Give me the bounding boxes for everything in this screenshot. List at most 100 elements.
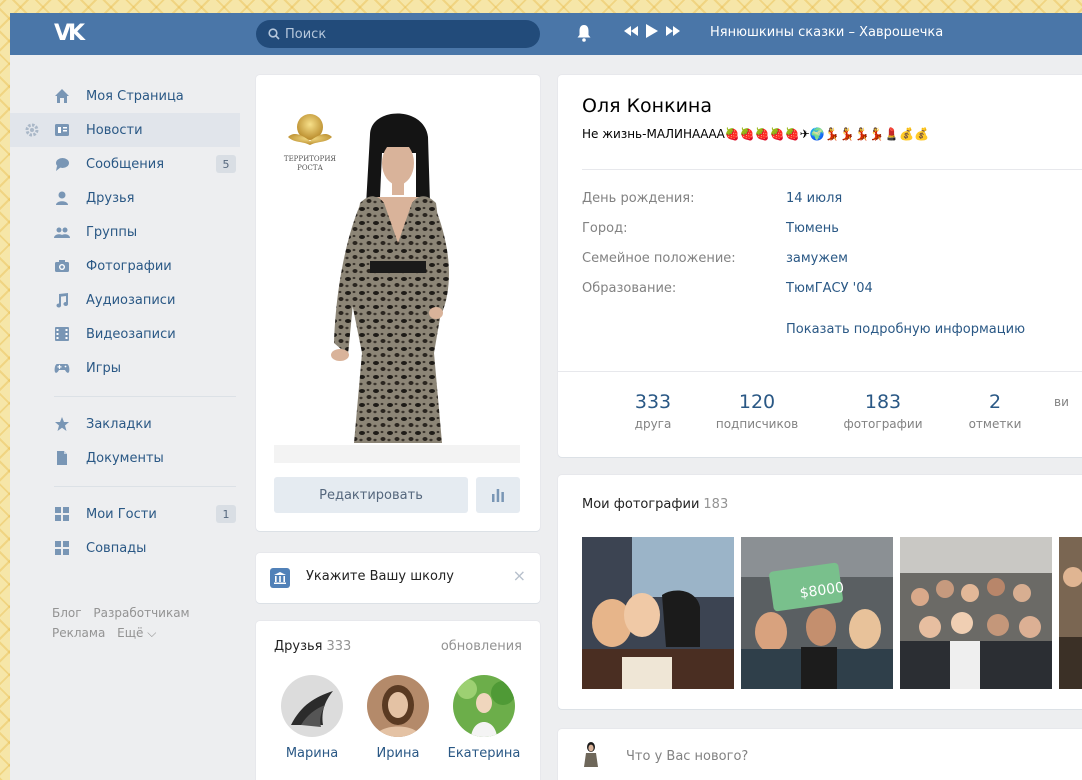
news-icon — [55, 124, 69, 136]
gamepad-icon — [54, 364, 70, 373]
menu-item-my-guests[interactable]: Мои Гости 1 — [10, 497, 240, 531]
music-icon — [56, 293, 69, 308]
menu-item-messages[interactable]: Сообщения 5 — [10, 147, 240, 181]
menu-item-bookmarks[interactable]: Закладки — [10, 407, 240, 441]
vk-logo[interactable]: VK — [54, 21, 94, 47]
menu-label: Игры — [86, 360, 122, 376]
friend-item[interactable]: Екатерина — [444, 675, 524, 761]
logo-text: ТЕРРИТОРИЯ — [284, 155, 337, 163]
menu-item-my-page[interactable]: Моя Страница — [10, 79, 240, 113]
menu-divider — [54, 486, 236, 487]
profile-photo-image: ТЕРРИТОРИЯ РОСТА — [274, 93, 520, 463]
info-value-link[interactable]: замужем — [786, 251, 848, 266]
my-photos-card: Мои фотографии183 п $8000 — [558, 475, 1082, 709]
menu-item-games[interactable]: Игры — [10, 351, 240, 385]
search-input[interactable]: Поиск — [256, 20, 540, 48]
photo-thumbnail[interactable] — [1059, 537, 1082, 689]
vk-window: VK Поиск Нянюшкины сказки – Хаврошечка М… — [10, 13, 1082, 780]
info-label: Город: — [582, 221, 628, 236]
menu-label: Закладки — [86, 416, 152, 432]
photo-thumbnail[interactable] — [582, 537, 734, 689]
counter-photos[interactable]: 183 фотографии — [828, 391, 938, 431]
menu-label: Новости — [86, 122, 143, 138]
post-composer-card[interactable]: Что у Вас нового? — [558, 729, 1082, 780]
show-more-info-link[interactable]: Показать подробную информацию — [786, 322, 1025, 337]
left-menu: Моя Страница Новости Сообщения 5 Друзья … — [10, 79, 240, 565]
stats-button[interactable] — [476, 477, 520, 513]
counter-friends[interactable]: 333 друга — [608, 391, 698, 431]
footer-links: Блог Разработчикам Реклама Ещё ⌵ — [52, 603, 232, 643]
friend-name: Марина — [285, 746, 339, 761]
counter-label: отметки — [968, 417, 1022, 431]
info-label: Образование: — [582, 281, 677, 296]
search-placeholder: Поиск — [285, 26, 327, 42]
friend-item[interactable]: Марина — [272, 675, 352, 761]
friends-title-label: Друзья — [274, 639, 323, 654]
info-value-link[interactable]: Тюмень — [786, 221, 839, 236]
friend-item[interactable]: Ирина — [358, 675, 438, 761]
footer-link-developers[interactable]: Разработчикам — [93, 606, 189, 620]
now-playing-track[interactable]: Нянюшкины сказки – Хаврошечка — [710, 25, 943, 40]
friends-title[interactable]: Друзья 333 — [274, 639, 351, 654]
counter-followers[interactable]: 120 подписчиков — [702, 391, 812, 431]
school-icon — [270, 568, 290, 588]
friend-avatar — [453, 675, 515, 737]
menu-item-groups[interactable]: Группы — [10, 215, 240, 249]
counter-value: 183 — [864, 391, 902, 413]
friends-updates-link[interactable]: обновления — [441, 639, 522, 654]
counter-value: 2 — [988, 391, 1002, 413]
close-icon[interactable]: × — [513, 566, 526, 585]
profile-status[interactable]: Не жизнь-МАЛИНАААА🍓🍓🍓🍓🍓✈🌍💃💃💃💃💄💰💰 — [582, 127, 929, 141]
play-icon[interactable] — [646, 24, 658, 38]
edit-profile-button[interactable]: Редактировать — [274, 477, 468, 513]
friend-avatar — [281, 675, 343, 737]
groups-icon — [54, 227, 70, 238]
menu-item-photos[interactable]: Фотографии — [10, 249, 240, 283]
footer-link-more[interactable]: Ещё ⌵ — [117, 626, 156, 640]
counter-value: 333 — [634, 391, 672, 413]
menu-item-video[interactable]: Видеозаписи — [10, 317, 240, 351]
profile-name: Оля Конкина — [582, 95, 712, 117]
menu-label: Видеозаписи — [86, 326, 176, 342]
profile-photo-card: ТЕРРИТОРИЯ РОСТА Редактировать — [256, 75, 540, 531]
apps-icon — [55, 541, 69, 555]
home-icon — [55, 89, 69, 103]
user-avatar — [584, 742, 598, 767]
post-input-placeholder[interactable]: Что у Вас нового? — [626, 749, 748, 764]
info-value-link[interactable]: 14 июля — [786, 191, 842, 206]
messages-icon — [56, 158, 69, 171]
guests-count-badge: 1 — [216, 505, 236, 523]
menu-label: Аудиозаписи — [86, 292, 176, 308]
photo-thumbnail[interactable]: $8000 — [741, 537, 893, 689]
menu-item-audio[interactable]: Аудиозаписи — [10, 283, 240, 317]
menu-item-sovpady[interactable]: Совпады — [10, 531, 240, 565]
footer-link-blog[interactable]: Блог — [52, 606, 82, 620]
bar-chart-icon — [492, 489, 504, 502]
photo-thumbnail[interactable] — [900, 537, 1052, 689]
menu-item-news[interactable]: Новости — [10, 113, 240, 147]
menu-item-friends[interactable]: Друзья — [10, 181, 240, 215]
bell-icon[interactable] — [576, 24, 592, 42]
counter-label: ви — [1054, 395, 1069, 409]
profile-avatar[interactable]: ТЕРРИТОРИЯ РОСТА — [274, 93, 520, 463]
photos-title[interactable]: Мои фотографии 183 — [582, 497, 728, 512]
gear-icon[interactable] — [24, 122, 40, 138]
counter-value: 120 — [738, 391, 776, 413]
counter-tags[interactable]: 2 отметки — [950, 391, 1040, 431]
counter-videos[interactable]: ви — [1054, 391, 1082, 409]
star-icon — [55, 417, 69, 431]
school-prompt-card[interactable]: Укажите Вашу школу × — [256, 553, 540, 603]
menu-label: Моя Страница — [86, 88, 184, 104]
top-header: VK Поиск Нянюшкины сказки – Хаврошечка — [10, 13, 1082, 55]
friends-card: Друзья 333 обновления Марина Ирина Екатер… — [256, 621, 540, 780]
menu-label: Друзья — [86, 190, 135, 206]
document-icon — [57, 451, 67, 465]
video-icon — [55, 327, 69, 341]
footer-link-ads[interactable]: Реклама — [52, 626, 105, 640]
photos-count: 183 — [703, 497, 729, 512]
messages-count-badge: 5 — [216, 155, 236, 173]
menu-item-documents[interactable]: Документы — [10, 441, 240, 475]
previous-icon[interactable] — [624, 26, 638, 36]
next-icon[interactable] — [666, 26, 680, 36]
info-value-link[interactable]: ТюмГАСУ '04 — [786, 281, 873, 296]
